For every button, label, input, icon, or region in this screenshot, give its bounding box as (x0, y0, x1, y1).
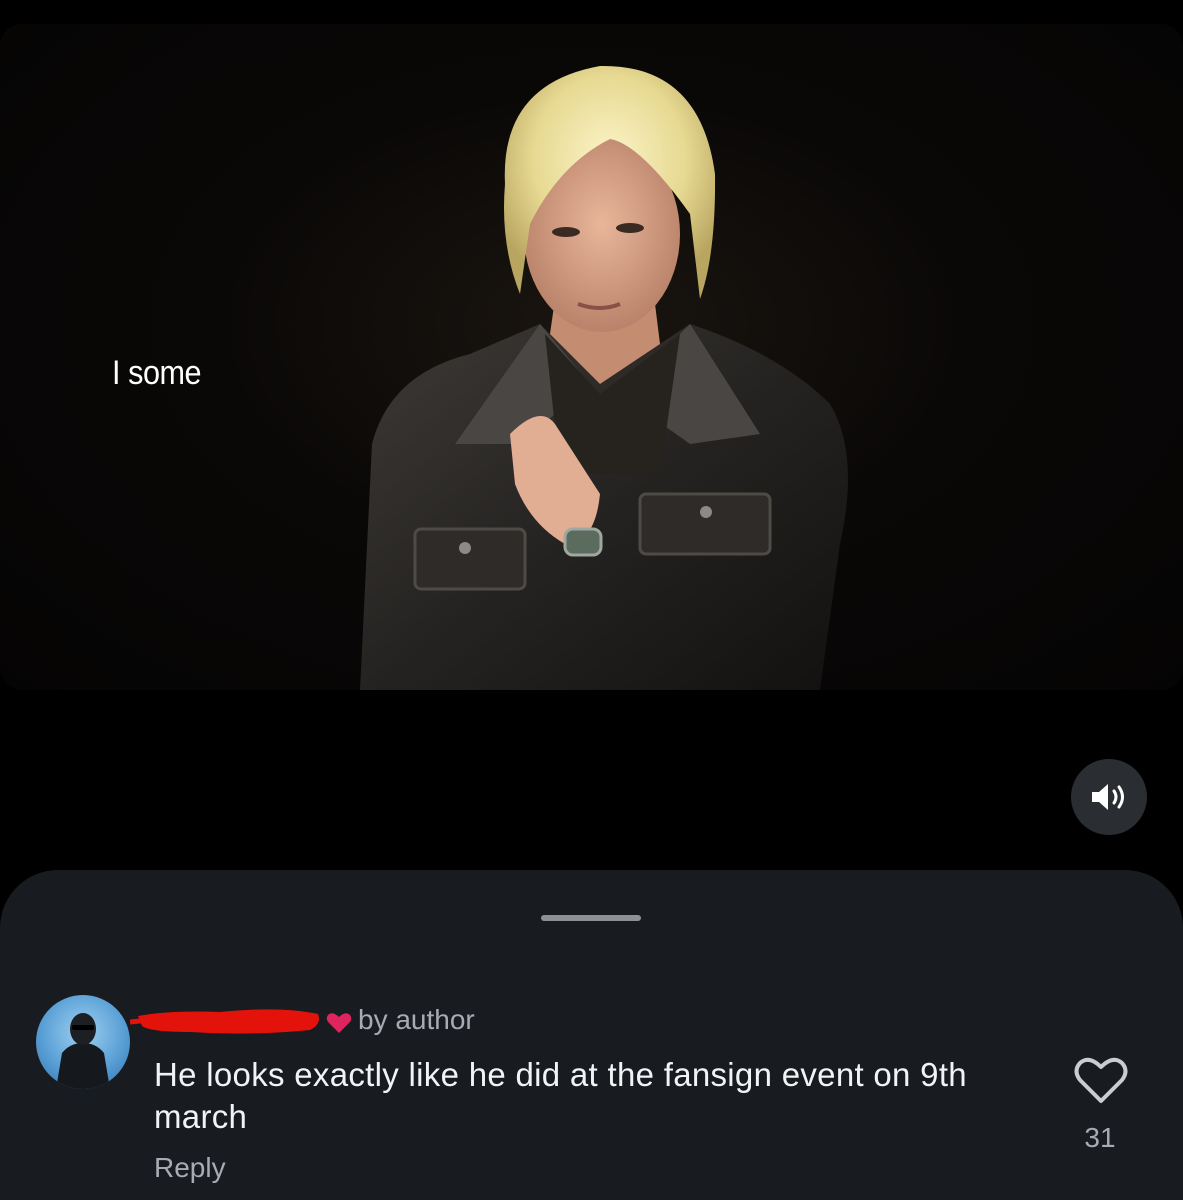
sound-toggle-button[interactable] (1071, 759, 1147, 835)
comments-sheet: by author He looks exactly like he did a… (0, 870, 1183, 1200)
avatar[interactable] (36, 995, 130, 1089)
heart-outline-icon (1074, 1057, 1128, 1103)
video-player[interactable]: I some (0, 24, 1183, 690)
username-redacted (130, 1009, 319, 1034)
reply-button[interactable]: Reply (154, 1152, 226, 1184)
sheet-drag-handle[interactable] (541, 915, 641, 921)
comment-text: He looks exactly like he did at the fans… (154, 1056, 967, 1135)
reels-comment-view: I some by author He looks exactly like h (0, 0, 1183, 1200)
video-caption: I some (112, 354, 202, 392)
by-author-badge: by author (358, 1004, 475, 1035)
speaker-sound-on-icon (1092, 784, 1124, 810)
like-button[interactable] (1074, 1056, 1128, 1106)
like-count: 31 (1084, 1122, 1116, 1153)
heart-icon (326, 1013, 352, 1033)
avatar-image (56, 1013, 110, 1089)
